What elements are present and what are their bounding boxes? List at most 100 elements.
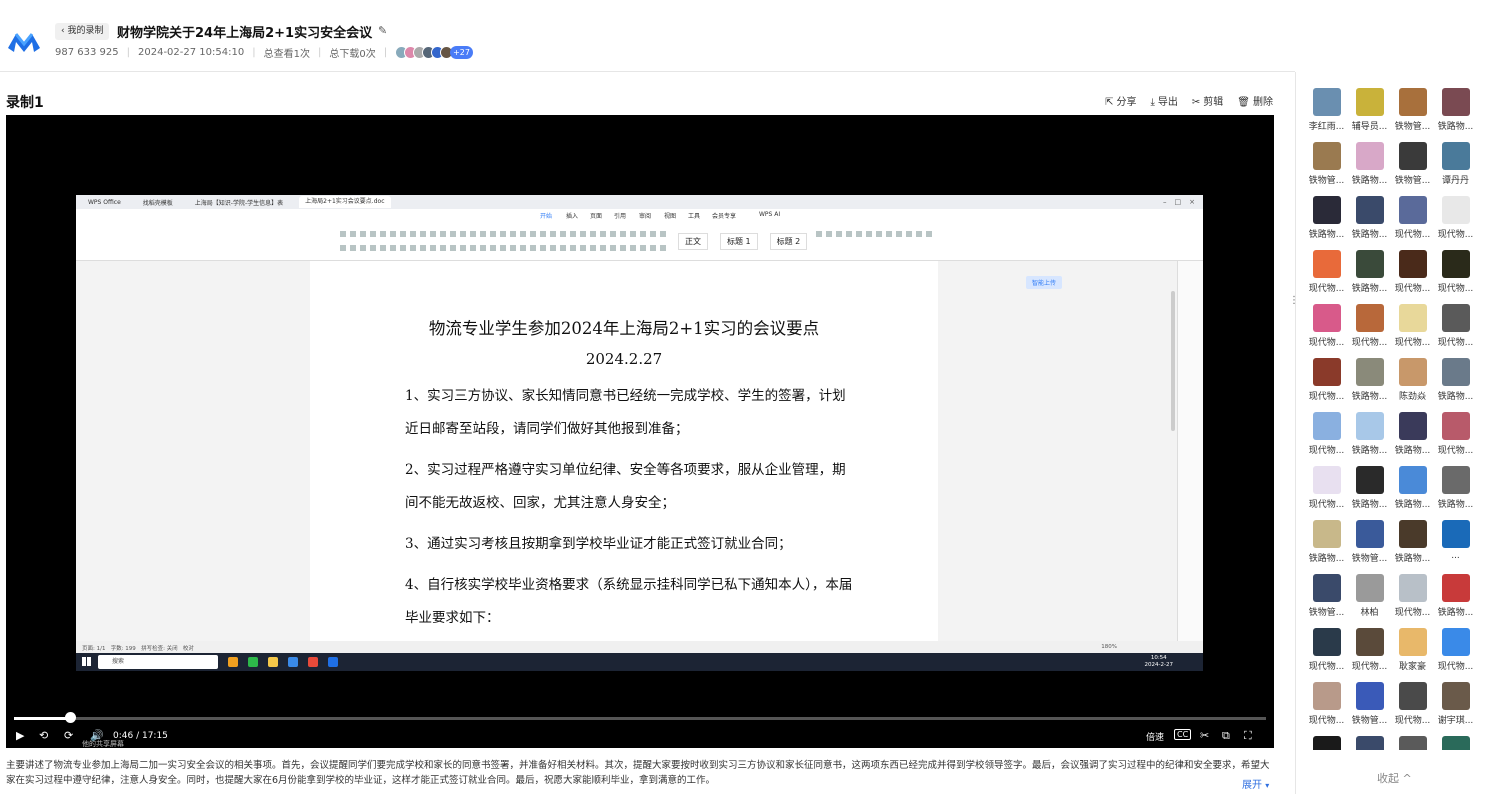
attendee-item[interactable]: 铁路物...	[1434, 466, 1477, 520]
attendee-item[interactable]: 现代物...	[1434, 412, 1477, 466]
wps-side-toolbar	[1177, 261, 1203, 641]
attendee-item[interactable]: 现代物...	[1348, 628, 1391, 682]
attendee-item[interactable]: 陈劲焱	[1391, 358, 1434, 412]
attendee-item[interactable]	[1391, 736, 1434, 750]
attendee-item[interactable]: 现代物...	[1348, 304, 1391, 358]
rewind-icon[interactable]: ⟲	[39, 729, 48, 742]
trash-icon: 🗑	[1237, 97, 1250, 108]
attendee-item[interactable]: 李红雨...	[1305, 88, 1348, 142]
attendee-item[interactable]: 铁路物...	[1348, 412, 1391, 466]
windows-taskbar: 搜索 10:54 2024-2-27	[76, 653, 1203, 671]
attendee-item[interactable]: 铁路物...	[1305, 196, 1348, 250]
attendee-item[interactable]: 现代物...	[1434, 304, 1477, 358]
video-player[interactable]: WPS Office 找稻壳模板 上海局【知识-学院-学生信息】表 上海局2+1…	[6, 115, 1274, 748]
attendee-item[interactable]: 铁路物...	[1391, 520, 1434, 574]
edit-title-icon[interactable]: ✎	[378, 24, 387, 37]
attendee-item[interactable]: 现代物...	[1434, 196, 1477, 250]
attendee-item[interactable]: 谢宇琪...	[1434, 682, 1477, 736]
clip-button[interactable]: ✂ 剪辑	[1192, 93, 1223, 108]
back-button[interactable]: ‹ 我的录制	[55, 23, 110, 40]
clip-icon[interactable]: ✂	[1200, 729, 1209, 742]
view-count[interactable]: 总查看1次	[264, 45, 310, 60]
forward-icon[interactable]: ⟳	[64, 729, 73, 742]
meeting-id: 987 633 925	[55, 47, 119, 58]
play-icon[interactable]: ▶	[16, 729, 24, 742]
meta-divider: |	[126, 47, 130, 58]
ribbon-tools	[816, 231, 936, 237]
attendee-item[interactable]	[1348, 736, 1391, 750]
attendee-item[interactable]: 铁路物...	[1434, 358, 1477, 412]
captions-button[interactable]: CC	[1174, 729, 1192, 740]
video-progress-handle[interactable]	[64, 712, 76, 723]
attendee-item[interactable]: 现代物...	[1305, 358, 1348, 412]
fullscreen-icon[interactable]: ⛶	[1244, 729, 1252, 743]
attendee-item[interactable]: 现代物...	[1305, 304, 1348, 358]
attendee-name: 铁路物...	[1394, 500, 1431, 510]
attendee-item[interactable]: 现代物...	[1391, 250, 1434, 304]
panel-divider	[1295, 72, 1296, 794]
attendee-item[interactable]: 铁路物...	[1348, 196, 1391, 250]
attendee-item[interactable]: 现代物...	[1434, 628, 1477, 682]
recording-meta: 987 633 925 | 2024-02-27 10:54:10 | 总查看1…	[55, 45, 473, 60]
document-date: 2024.2.27	[585, 350, 663, 368]
status-spell: 拼写检查: 关闭	[141, 646, 178, 652]
attendee-item[interactable]: 铁物管...	[1391, 142, 1434, 196]
attendee-item[interactable]: 辅导员...	[1348, 88, 1391, 142]
recording-actions: ⇱ 分享 ⤓ 导出 ✂ 剪辑 🗑 删除	[1105, 93, 1273, 108]
attendee-item[interactable]: 耿家豪	[1391, 628, 1434, 682]
avatar	[1398, 196, 1427, 224]
attendee-name: 铁路物...	[1308, 554, 1345, 564]
attendee-name: 铁路物...	[1351, 284, 1388, 294]
attendee-item[interactable]: 现代物...	[1391, 304, 1434, 358]
attendee-item[interactable]: 铁路物...	[1305, 520, 1348, 574]
avatar	[1441, 250, 1470, 278]
attendee-item[interactable]: 现代物...	[1305, 250, 1348, 304]
download-count[interactable]: 总下载0次	[329, 45, 375, 60]
attendee-item[interactable]: 现代物...	[1391, 574, 1434, 628]
attendee-item[interactable]: 铁物管...	[1391, 88, 1434, 142]
attendee-item[interactable]: 谭丹丹	[1434, 142, 1477, 196]
attendee-item[interactable]: 铁物管...	[1305, 574, 1348, 628]
expand-summary-button[interactable]: 展开 ▾	[1242, 776, 1269, 791]
attendee-item[interactable]: 铁物管...	[1305, 142, 1348, 196]
collapse-panel-button[interactable]: 收起 ^	[1377, 770, 1412, 786]
attendee-item[interactable]: 铁路物...	[1348, 250, 1391, 304]
attendee-item[interactable]: 铁路物...	[1434, 88, 1477, 142]
attendee-name: 铁路物...	[1437, 500, 1474, 510]
avatar	[1398, 682, 1427, 710]
attendee-item[interactable]: ...	[1434, 520, 1477, 574]
speed-button[interactable]: 倍速	[1146, 730, 1164, 743]
share-button[interactable]: ⇱ 分享	[1105, 93, 1136, 108]
attendee-item[interactable]: 现代物...	[1391, 682, 1434, 736]
taskbar-search: 搜索	[98, 655, 218, 669]
picture-in-picture-icon[interactable]: ⧉	[1222, 729, 1230, 743]
attendee-name: 现代物...	[1308, 446, 1345, 456]
avatar	[1398, 304, 1427, 332]
attendee-item[interactable]: 铁物管...	[1348, 520, 1391, 574]
attendee-name: 铁物管...	[1351, 554, 1388, 564]
export-button[interactable]: ⤓ 导出	[1150, 93, 1177, 108]
attendee-item[interactable]	[1434, 736, 1477, 750]
attendee-item[interactable]: 现代物...	[1391, 196, 1434, 250]
attendee-item[interactable]: 铁路物...	[1391, 412, 1434, 466]
document-paragraph: 4、自行核实学校毕业资格要求（系统显示挂科同学已私下通知本人），本届毕业要求如下…	[405, 577, 853, 626]
attendee-item[interactable]: 现代物...	[1305, 682, 1348, 736]
attendee-item[interactable]: 铁路物...	[1391, 466, 1434, 520]
delete-button[interactable]: 🗑 删除	[1237, 93, 1273, 108]
attendee-item[interactable]: 现代物...	[1305, 628, 1348, 682]
attendee-item[interactable]: 铁路物...	[1434, 574, 1477, 628]
attendee-item[interactable]: 现代物...	[1305, 412, 1348, 466]
attendee-item[interactable]: 铁路物...	[1348, 466, 1391, 520]
video-progress-bar[interactable]	[14, 717, 1266, 720]
attendee-item[interactable]: 铁物管...	[1348, 682, 1391, 736]
viewer-avatars[interactable]: +27	[395, 46, 473, 59]
attendee-item[interactable]	[1305, 736, 1348, 750]
attendee-item[interactable]: 现代物...	[1434, 250, 1477, 304]
attendee-item[interactable]: 铁路物...	[1348, 358, 1391, 412]
attendee-name: 铁物管...	[1351, 716, 1388, 726]
attendee-item[interactable]: 铁路物...	[1348, 142, 1391, 196]
attendee-name: 现代物...	[1394, 230, 1431, 240]
avatar	[1312, 196, 1341, 224]
attendee-item[interactable]: 现代物...	[1305, 466, 1348, 520]
attendee-item[interactable]: 林柏	[1348, 574, 1391, 628]
